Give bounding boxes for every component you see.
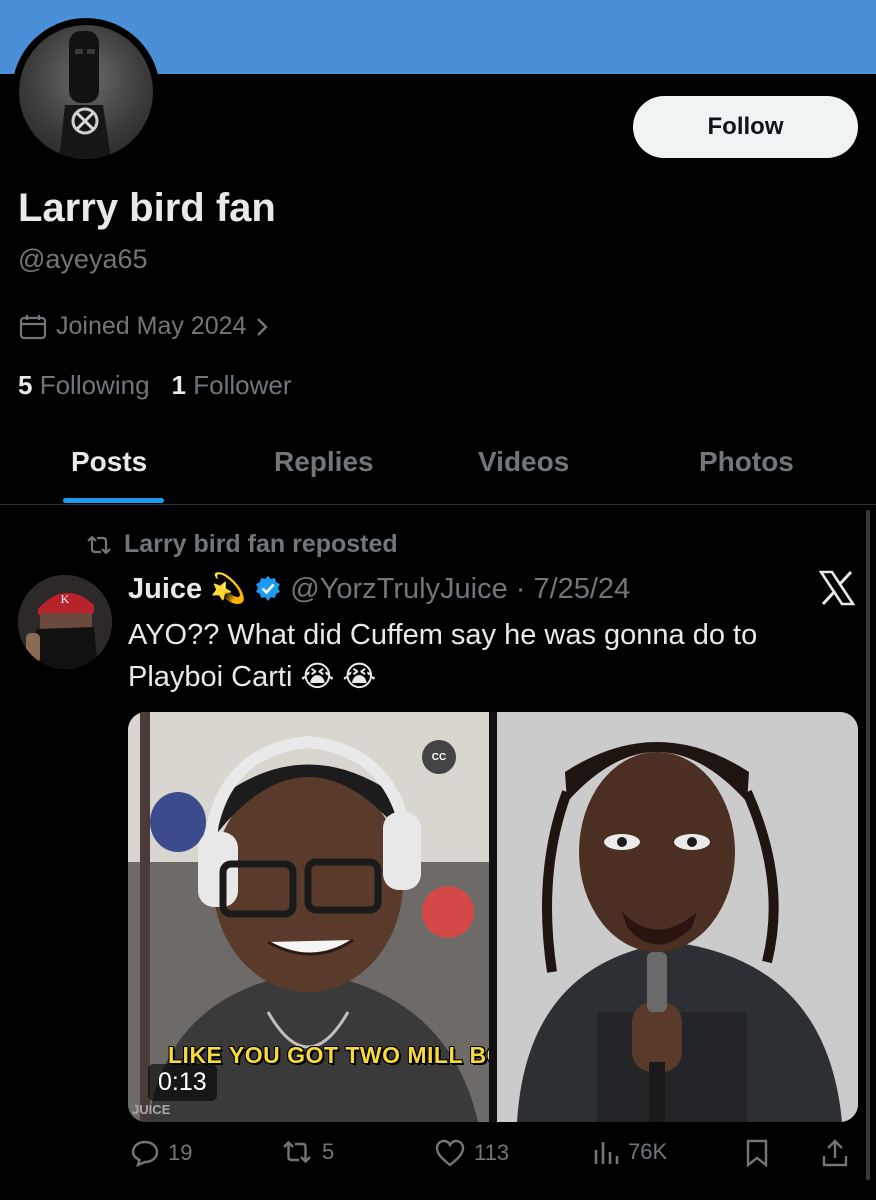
followers-label: Follower (193, 370, 292, 400)
active-tab-indicator (63, 498, 164, 503)
post-date[interactable]: 7/25/24 (533, 573, 630, 606)
reply-icon (130, 1138, 160, 1168)
chevron-right-icon (254, 316, 270, 338)
separator-dot: · (515, 572, 526, 605)
post-body: AYO?? What did Cuffem say he was gonna d… (128, 614, 848, 698)
views-count: 76K (628, 1139, 668, 1164)
cc-label: CC (431, 751, 447, 763)
author-avatar[interactable]: K (18, 575, 112, 669)
verified-badge-icon (254, 575, 282, 603)
video-subtitle: LIKE YOU GOT TWO MILL BC (168, 1042, 489, 1068)
calendar-icon (18, 313, 48, 341)
tab-replies[interactable]: Replies (274, 446, 374, 478)
video-thumbnail[interactable]: CC LIKE YOU GOT TWO MILL BC 0:13 JUICE (128, 712, 489, 1122)
profile-name: Larry bird fan (18, 186, 276, 230)
author-handle[interactable]: @YorzTrulyJuice (290, 573, 507, 606)
post-media: CC LIKE YOU GOT TWO MILL BC 0:13 JUICE (128, 712, 858, 1122)
post-text: AYO?? What did Cuffem say he was gonna d… (128, 619, 758, 693)
post-image[interactable] (497, 712, 858, 1122)
author-emoji: 💫 (210, 573, 247, 605)
scrollbar[interactable] (866, 510, 870, 1180)
like-count: 113 (474, 1140, 510, 1165)
svg-text:K: K (61, 592, 70, 606)
following-label: Following (39, 370, 150, 400)
profile-avatar[interactable] (12, 18, 160, 166)
joined-date[interactable]: Joined May 2024 (18, 312, 270, 341)
like-icon (434, 1138, 466, 1168)
repost-button[interactable]: 5 (280, 1138, 334, 1166)
repost-icon (280, 1138, 314, 1166)
following-link[interactable]: 5 Following (18, 370, 150, 401)
reply-button[interactable]: 19 (130, 1138, 192, 1168)
profile-tabs: Posts Replies Videos Photos (0, 428, 876, 505)
x-logo-icon[interactable] (818, 570, 856, 606)
post-actions: 19 5 113 76K (130, 1138, 860, 1178)
captions-button[interactable]: CC (422, 740, 456, 774)
tab-posts[interactable]: Posts (71, 446, 147, 478)
follow-stats: 5 Following 1 Follower (18, 370, 291, 401)
tab-videos[interactable]: Videos (478, 446, 569, 478)
following-count: 5 (18, 370, 33, 400)
author-name[interactable]: Juice (128, 573, 202, 606)
views-icon (592, 1138, 620, 1166)
post-text-emojis: 😭 😭 (300, 661, 377, 693)
repost-indicator[interactable]: Larry bird fan reposted (84, 530, 398, 559)
bookmark-button[interactable] (744, 1138, 770, 1168)
share-icon (820, 1138, 850, 1168)
views-button[interactable]: 76K (592, 1138, 667, 1166)
repost-label: Larry bird fan reposted (124, 530, 398, 558)
profile-handle: @ayeya65 (18, 244, 148, 274)
post-author-line: Juice 💫 @YorzTrulyJuice · 7/25/24 (128, 572, 630, 606)
bookmark-icon (744, 1138, 770, 1168)
joined-label: Joined May 2024 (56, 312, 247, 340)
followers-link[interactable]: 1 Follower (172, 370, 292, 401)
follow-button[interactable]: Follow (633, 96, 858, 158)
repost-count: 5 (322, 1139, 335, 1164)
video-watermark: JUICE (132, 1102, 171, 1117)
share-button[interactable] (820, 1138, 850, 1168)
reply-count: 19 (168, 1140, 193, 1165)
tab-photos[interactable]: Photos (699, 446, 794, 478)
video-duration: 0:13 (148, 1064, 217, 1101)
followers-count: 1 (171, 370, 186, 400)
like-button[interactable]: 113 (434, 1138, 509, 1168)
repost-icon (84, 533, 114, 557)
